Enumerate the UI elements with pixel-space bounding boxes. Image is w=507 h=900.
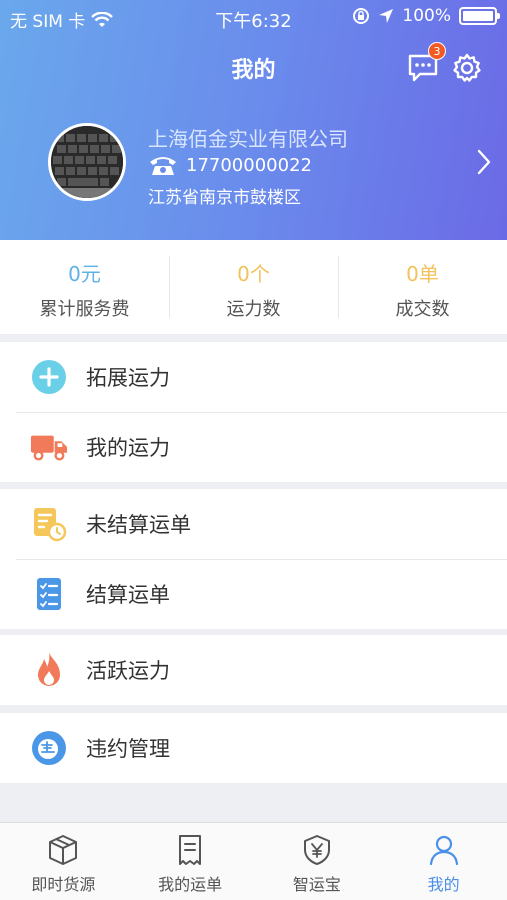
violation-icon: [30, 729, 68, 767]
menu-group-violation: 违约管理: [0, 713, 507, 783]
tab-label: 智运宝: [292, 875, 341, 894]
menu-item-label: 未结算运单: [86, 513, 191, 537]
stat-label: 成交数: [395, 299, 450, 320]
chevron-right-icon[interactable]: [476, 148, 492, 176]
checklist-icon: [30, 575, 68, 613]
stat-value: 0单: [406, 262, 439, 286]
box-icon: [49, 835, 78, 865]
profile-header: 无 SIM 卡 下午6:32 100% 我的 3 上海佰金实业有限公司 1770…: [0, 0, 507, 240]
stat-value: 0元: [68, 262, 101, 286]
stat-label: 累计服务费: [39, 299, 130, 320]
menu-item-my-capacity[interactable]: 我的运力: [0, 412, 507, 482]
phone-row: 17700000022: [148, 154, 312, 176]
telephone-icon: [150, 157, 176, 175]
menu-item-label: 我的运力: [86, 436, 170, 460]
menu-item-label: 违约管理: [86, 737, 170, 761]
tab-instant-cargo[interactable]: 即时货源: [0, 823, 127, 900]
stat-deal-count[interactable]: 0单 成交数: [338, 240, 507, 334]
tab-label: 即时货源: [31, 875, 96, 894]
receipt-icon: [179, 835, 202, 865]
phone-number: 17700000022: [186, 154, 312, 176]
tab-zhiyunbao[interactable]: 智运宝: [254, 823, 381, 900]
menu-item-label: 结算运单: [86, 583, 170, 607]
gear-icon[interactable]: [451, 52, 483, 84]
stat-service-fee[interactable]: 0元 累计服务费: [0, 240, 169, 334]
company-name: 上海佰金实业有限公司: [148, 127, 348, 151]
tab-label: 我的: [427, 875, 460, 894]
tab-mine[interactable]: 我的: [380, 823, 507, 900]
avatar[interactable]: [48, 123, 126, 201]
battery-icon: [459, 7, 500, 25]
stats-bar: 0元 累计服务费 0个 运力数 0单 成交数: [0, 240, 507, 334]
menu-item-settled-orders[interactable]: 结算运单: [0, 559, 507, 629]
message-badge: 3: [428, 42, 446, 60]
menu-item-label: 拓展运力: [86, 366, 170, 390]
stat-label: 运力数: [226, 299, 281, 320]
menu-group-orders: 未结算运单 结算运单: [0, 489, 507, 629]
flame-icon: [30, 651, 68, 689]
stat-capacity-count[interactable]: 0个 运力数: [169, 240, 338, 334]
tab-bar: 即时货源 我的运单 智运宝 我的: [0, 822, 507, 900]
menu-group-capacity: 拓展运力 我的运力: [0, 342, 507, 482]
shield-yen-icon: [303, 835, 330, 865]
truck-icon: [30, 428, 68, 466]
menu-group-active: 活跃运力: [0, 635, 507, 705]
menu-item-active-capacity[interactable]: 活跃运力: [0, 635, 507, 705]
address: 江苏省南京市鼓楼区: [148, 188, 301, 208]
status-bar: 无 SIM 卡 下午6:32 100%: [0, 0, 507, 36]
clock-document-icon: [30, 505, 68, 543]
battery-percent: 100%: [402, 6, 451, 26]
rotation-lock-icon: [353, 8, 370, 24]
menu-item-unsettled-orders[interactable]: 未结算运单: [0, 489, 507, 559]
plus-circle-icon: [30, 358, 68, 396]
tab-my-orders[interactable]: 我的运单: [127, 823, 254, 900]
tab-label: 我的运单: [158, 875, 223, 894]
user-icon: [429, 835, 458, 866]
location-arrow-icon: [379, 9, 394, 23]
menu-item-expand-capacity[interactable]: 拓展运力: [0, 342, 507, 412]
stat-value: 0个: [237, 262, 270, 286]
menu-item-violation-management[interactable]: 违约管理: [0, 713, 507, 783]
menu-item-label: 活跃运力: [86, 659, 170, 683]
